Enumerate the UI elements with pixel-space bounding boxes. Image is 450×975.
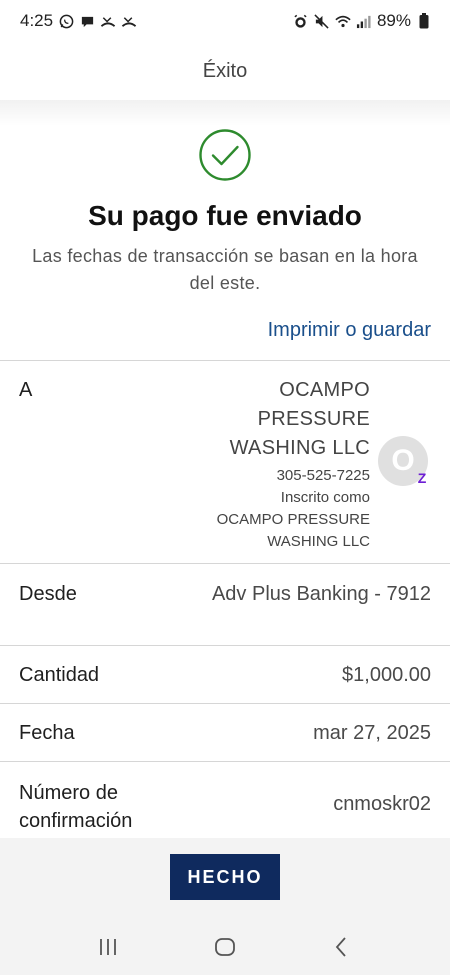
confirmation-number-label-line: Número de — [19, 782, 118, 804]
wifi-icon — [335, 13, 351, 29]
amount-label: Cantidad — [19, 664, 100, 686]
divider — [0, 645, 450, 646]
status-left: 4:25 — [20, 11, 137, 31]
system-nav-bar — [0, 918, 450, 975]
divider — [0, 563, 450, 564]
success-check-icon — [199, 129, 251, 181]
page-title-bar: Éxito — [0, 42, 450, 100]
payee-details: OCAMPO PRESSURE WASHING LLC 305-525-7225… — [150, 376, 370, 553]
payee-name-line: PRESSURE — [257, 408, 370, 430]
enrolled-name-line: OCAMPO PRESSURE — [216, 511, 370, 528]
enrolled-label: Inscrito como — [280, 489, 370, 506]
from-label: Desde — [19, 583, 77, 605]
payee-phone: 305-525-7225 — [276, 467, 370, 484]
home-button[interactable] — [200, 927, 250, 967]
zelle-badge-icon: Z — [417, 470, 427, 486]
confirmation-number-value: cnmoskr02 — [333, 793, 431, 815]
recent-apps-button[interactable] — [83, 927, 133, 967]
divider — [0, 360, 450, 361]
missed-call-icon — [121, 13, 137, 29]
divider — [0, 703, 450, 704]
alarm-icon — [293, 13, 309, 29]
signal-icon — [356, 13, 372, 29]
amount-value: $1,000.00 — [342, 664, 431, 686]
divider — [0, 761, 450, 762]
from-account-value: Adv Plus Banking - 7912 — [211, 583, 431, 605]
chat-bubble-icon — [79, 13, 95, 29]
home-icon — [215, 937, 235, 956]
payee-name-line: OCAMPO — [279, 379, 370, 401]
done-button[interactable]: HECHO — [170, 854, 280, 900]
back-button[interactable] — [317, 927, 367, 967]
payee-name-line: WASHING LLC — [229, 437, 370, 459]
date-label: Fecha — [19, 722, 75, 744]
recent-apps-icon — [100, 938, 117, 955]
confirmation-headline: Su pago fue enviado — [88, 200, 362, 231]
back-chevron-icon — [335, 936, 346, 957]
print-or-save-link[interactable]: Imprimir o guardar — [268, 319, 431, 342]
status-right: 89% — [293, 11, 432, 31]
confirmation-number-label: Número de confirmación — [19, 779, 132, 835]
mute-icon — [314, 13, 330, 29]
whatsapp-icon — [58, 13, 74, 29]
to-label: A — [19, 379, 33, 401]
page-title: Éxito — [202, 59, 248, 82]
missed-call-icon — [100, 13, 116, 29]
confirmation-number-label-line: confirmación — [19, 810, 133, 832]
enrolled-name-line: WASHING LLC — [267, 533, 370, 550]
status-time: 4:25 — [20, 11, 54, 30]
title-shadow — [0, 100, 450, 126]
battery-icon — [416, 13, 432, 29]
confirmation-subtitle: Las fechas de transacción se basan en la… — [32, 246, 418, 293]
battery-percent: 89% — [376, 11, 411, 30]
date-value: mar 27, 2025 — [313, 722, 431, 744]
status-bar: 4:25 89% — [0, 0, 450, 42]
